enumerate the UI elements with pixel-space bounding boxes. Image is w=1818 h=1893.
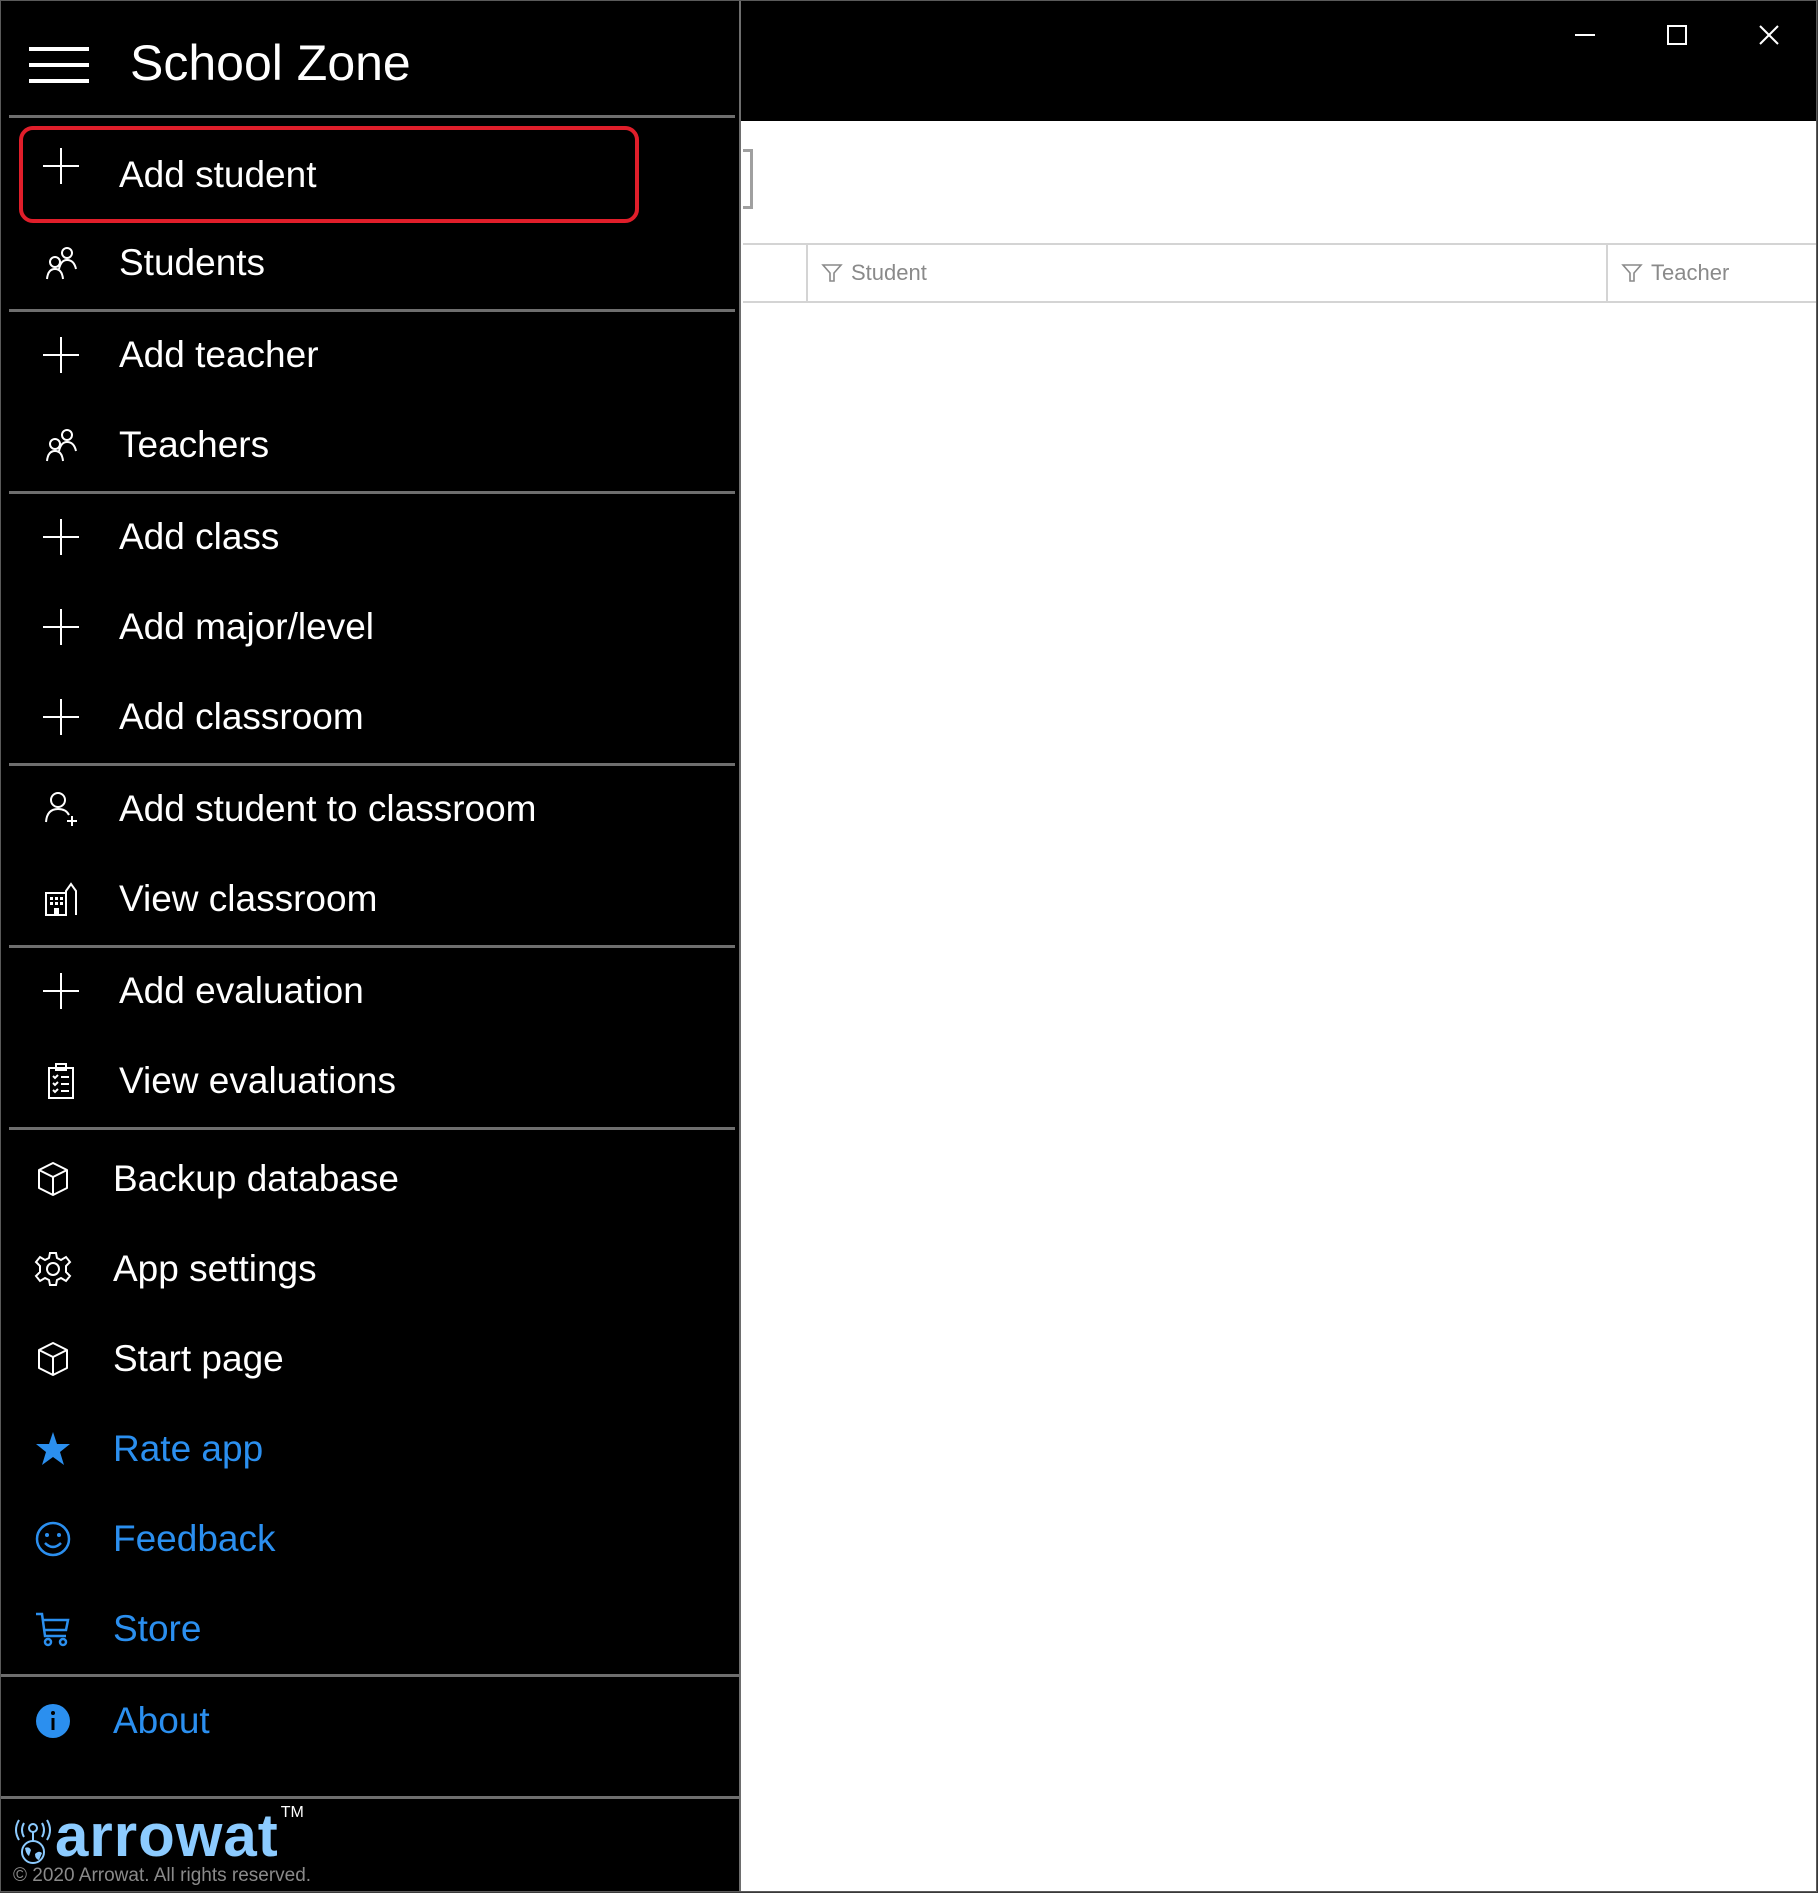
broadcast-globe-icon (15, 1819, 51, 1864)
nav-item-feedback[interactable]: Feedback (19, 1499, 639, 1579)
filter-icon (821, 264, 843, 282)
star-icon (33, 1429, 73, 1469)
app-title: School Zone (130, 35, 411, 91)
nav-item-label: Feedback (113, 1518, 276, 1559)
divider (9, 1127, 735, 1130)
nav-item-view-classroom[interactable]: View classroom (19, 859, 639, 939)
smiley-icon (33, 1519, 73, 1559)
app-window: Student Teacher School Zone Add student … (0, 0, 1817, 1892)
hamburger-menu-button[interactable] (29, 45, 89, 85)
divider (1, 1796, 741, 1799)
plus-icon (41, 971, 81, 1011)
copyright-text: © 2020 Arrowat. All rights reserved. (13, 1865, 312, 1886)
navigation-pane: School Zone Add student Students Add tea… (1, 1, 741, 1891)
column-divider (806, 245, 808, 301)
nav-item-start-page[interactable]: Start page (19, 1319, 639, 1399)
nav-item-label: Rate app (113, 1428, 264, 1469)
hamburger-icon (29, 47, 89, 51)
clipboard-checklist-icon (41, 1061, 81, 1101)
nav-item-label: View classroom (119, 878, 378, 919)
nav-item-about[interactable]: About (19, 1681, 639, 1761)
nav-item-label: About (113, 1700, 210, 1741)
nav-item-add-student-to-classroom[interactable]: Add student to classroom (19, 769, 639, 849)
nav-item-label: Add evaluation (119, 970, 364, 1011)
main-content: Student Teacher (743, 121, 1816, 1891)
people-icon (41, 243, 81, 283)
plus-icon (41, 146, 81, 186)
trademark: TM (280, 1804, 304, 1821)
nav-item-rate-app[interactable]: Rate app (19, 1409, 639, 1489)
column-header-student[interactable]: Student (821, 245, 927, 301)
nav-item-label: Backup database (113, 1158, 399, 1199)
gear-icon (33, 1249, 73, 1289)
cube-icon (33, 1339, 73, 1379)
plus-icon (41, 697, 81, 737)
search-input[interactable] (743, 149, 753, 209)
brand-logo: arrowat TM (11, 1802, 304, 1869)
shopping-cart-icon (33, 1609, 73, 1649)
nav-item-label: Students (119, 242, 266, 283)
column-label: Student (851, 260, 927, 285)
people-icon (41, 425, 81, 465)
nav-item-add-evaluation[interactable]: Add evaluation (19, 951, 639, 1031)
divider (9, 115, 735, 118)
close-icon (1759, 25, 1779, 45)
info-icon (33, 1701, 73, 1741)
nav-item-label: Add classroom (119, 696, 364, 737)
column-divider (1606, 245, 1608, 301)
divider (1, 1674, 741, 1677)
nav-item-label: View evaluations (119, 1060, 396, 1101)
divider (9, 309, 735, 312)
nav-item-label: Add teacher (119, 334, 319, 375)
add-person-icon (41, 789, 81, 829)
divider (9, 763, 735, 766)
brand-name: arrowat (55, 1802, 279, 1869)
plus-icon (41, 517, 81, 557)
nav-item-label: Add class (119, 516, 280, 557)
minimize-button[interactable] (1555, 15, 1615, 55)
nav-item-teachers[interactable]: Teachers (19, 405, 639, 485)
nav-item-add-student[interactable]: Add student (19, 126, 639, 223)
filter-icon (1621, 264, 1643, 282)
plus-icon (41, 335, 81, 375)
building-icon (41, 879, 81, 919)
column-header-teacher[interactable]: Teacher (1621, 245, 1729, 301)
nav-item-label: App settings (113, 1248, 317, 1289)
nav-item-add-class[interactable]: Add class (19, 497, 639, 577)
nav-item-backup-database[interactable]: Backup database (19, 1139, 639, 1219)
maximize-icon (1667, 25, 1687, 45)
nav-item-store[interactable]: Store (19, 1589, 639, 1669)
divider (9, 491, 735, 494)
cube-icon (33, 1159, 73, 1199)
nav-item-add-teacher[interactable]: Add teacher (19, 315, 639, 395)
title-bar (741, 1, 1816, 121)
nav-item-label: Teachers (119, 424, 270, 465)
nav-item-label: Store (113, 1608, 202, 1649)
nav-item-label: Start page (113, 1338, 284, 1379)
divider (9, 945, 735, 948)
nav-item-app-settings[interactable]: App settings (19, 1229, 639, 1309)
nav-item-add-major-level[interactable]: Add major/level (19, 587, 639, 667)
nav-item-label: Add major/level (119, 606, 375, 647)
nav-item-label: Add student (119, 153, 317, 195)
close-button[interactable] (1739, 15, 1799, 55)
minimize-icon (1575, 34, 1595, 36)
grid-header: Student Teacher (743, 243, 1816, 303)
nav-item-view-evaluations[interactable]: View evaluations (19, 1041, 639, 1121)
maximize-button[interactable] (1647, 15, 1707, 55)
nav-item-students[interactable]: Students (19, 223, 639, 303)
nav-item-add-classroom[interactable]: Add classroom (19, 677, 639, 757)
column-label: Teacher (1651, 260, 1730, 285)
nav-item-label: Add student to classroom (119, 788, 537, 829)
plus-icon (41, 607, 81, 647)
